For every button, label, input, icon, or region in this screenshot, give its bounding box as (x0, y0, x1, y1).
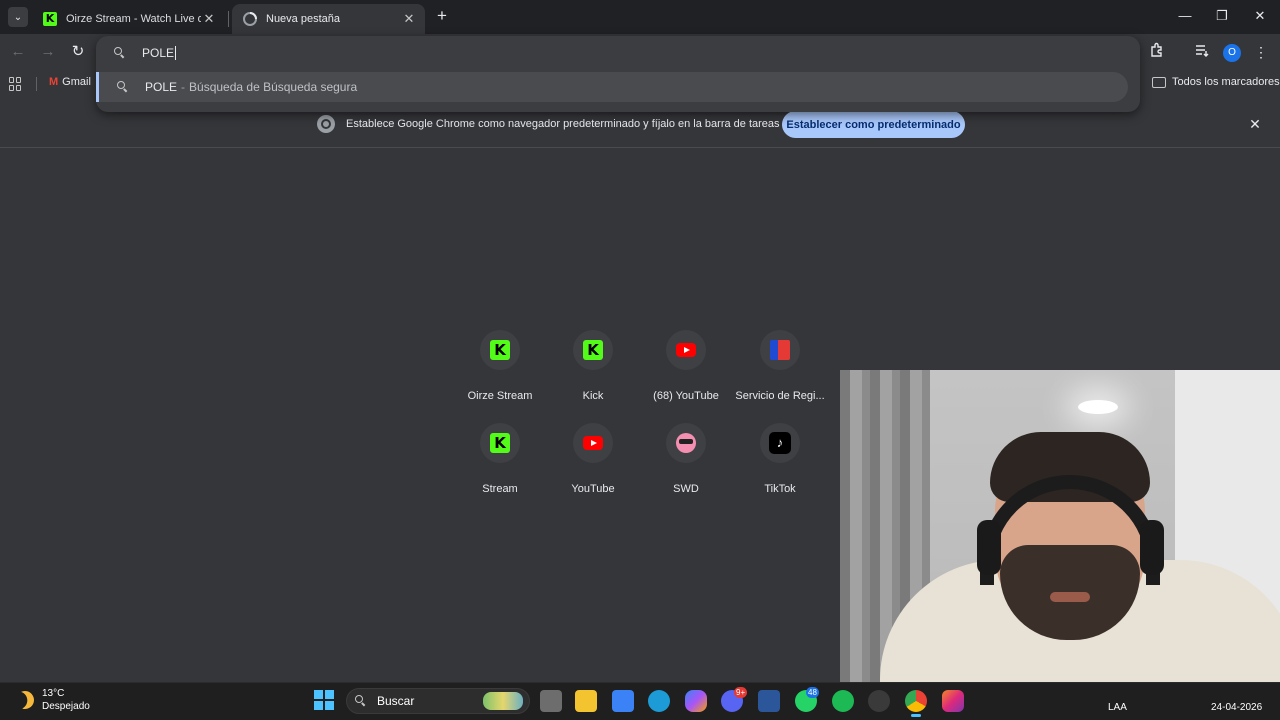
close-tab-icon[interactable]: ✕ (401, 11, 417, 27)
active-app-indicator (911, 714, 921, 717)
search-icon (117, 81, 129, 93)
word-icon[interactable] (758, 690, 780, 712)
weather-condition: Despejado (42, 701, 90, 712)
kick-icon: K (490, 433, 510, 453)
language-indicator[interactable]: LAA (1108, 702, 1127, 713)
shortcut-tile[interactable]: K Oirze Stream (453, 330, 547, 420)
infobar-message: Establece Google Chrome como navegador p… (346, 118, 780, 130)
kick-icon: K (490, 340, 510, 360)
instagram-icon[interactable] (942, 690, 964, 712)
tab-title: Nueva pestaña (266, 13, 340, 25)
back-icon[interactable]: ← (8, 42, 28, 62)
menu-icon[interactable]: ⋮ (1251, 42, 1271, 62)
suggestion-query: POLE (145, 80, 178, 94)
weather-temp: 13°C (42, 688, 65, 699)
discord-badge: 9+ (734, 687, 748, 698)
whatsapp-badge: 48 (806, 687, 819, 698)
shortcut-tile[interactable]: K Stream (453, 423, 547, 513)
shortcut-label: YouTube (571, 483, 615, 495)
all-bookmarks-label: Todos los marcadores (1172, 76, 1280, 88)
store-icon[interactable] (612, 690, 634, 712)
apps-grid-icon[interactable] (9, 77, 23, 91)
shortcut-label: Servicio de Regi... (735, 390, 825, 402)
reload-icon[interactable]: ↻ (68, 42, 88, 62)
search-icon (355, 695, 367, 707)
tab-search-button[interactable]: ⌄ (8, 7, 28, 27)
shortcut-tile[interactable]: Servicio de Regi... (733, 330, 827, 420)
new-tab-button[interactable]: + (432, 7, 452, 26)
taskbar-date[interactable]: 24-04-2026 (1211, 702, 1262, 713)
moon-icon (13, 688, 38, 713)
shortcut-label: Kick (582, 390, 604, 402)
search-icon (114, 47, 126, 59)
chrome-logo-icon (317, 115, 335, 133)
restore-icon[interactable]: ❐ (1212, 6, 1232, 26)
forward-icon[interactable]: → (38, 42, 58, 62)
suggestion-description: Búsqueda de Búsqueda segura (189, 80, 358, 94)
swd-icon (676, 433, 696, 453)
folder-icon (1152, 76, 1166, 88)
shortcut-tile[interactable]: ♪ TikTok (733, 423, 827, 513)
shortcut-tile[interactable]: YouTube (546, 423, 640, 513)
kick-icon: K (42, 11, 58, 27)
close-tab-icon[interactable]: ✕ (201, 11, 217, 27)
webcam-overlay (840, 370, 1280, 702)
chrome-icon[interactable] (905, 690, 927, 712)
close-window-icon[interactable]: ✕ (1250, 6, 1270, 26)
tiktok-icon: ♪ (769, 432, 791, 454)
omnibox-suggestion[interactable]: POLE - Búsqueda de Búsqueda segura (96, 72, 1128, 102)
taskbar-search-label: Buscar (377, 694, 415, 708)
tab-separator (228, 11, 229, 27)
weather-widget[interactable]: 13°C Despejado (16, 687, 90, 713)
task-view-icon[interactable] (540, 690, 562, 712)
shortcut-label: Stream (482, 483, 518, 495)
search-highlight-art (483, 692, 523, 710)
shortcut-tile[interactable]: SWD (639, 423, 733, 513)
minimize-icon[interactable]: — (1175, 6, 1195, 26)
taskbar (0, 682, 1280, 720)
suggestion-separator: - (181, 80, 186, 94)
windows-start-icon[interactable] (314, 690, 334, 710)
chevron-down-icon: ⌄ (13, 11, 23, 23)
reading-list-icon[interactable] (1192, 42, 1212, 62)
shortcut-label: (68) YouTube (653, 390, 719, 402)
omnibox-popup: POLE POLE - Búsqueda de Búsqueda segura (96, 36, 1140, 112)
gmail-icon: M (49, 76, 59, 88)
file-explorer-icon[interactable] (575, 690, 597, 712)
infobar-close-icon[interactable]: ✕ (1246, 115, 1264, 133)
taskbar-search[interactable]: Buscar (346, 688, 530, 714)
spotify-icon[interactable] (832, 690, 854, 712)
bookmark-gmail[interactable]: M Gmail (49, 76, 91, 88)
youtube-icon (583, 436, 603, 450)
shortcut-label: Oirze Stream (467, 390, 533, 402)
tab-title: Oirze Stream - Watch Live on Kick (66, 13, 201, 25)
clock-app-icon[interactable] (868, 690, 890, 712)
chrome-loading-icon (242, 11, 258, 27)
copilot-icon[interactable] (685, 690, 707, 712)
shortcut-tile[interactable]: K Kick (546, 330, 640, 420)
address-bar[interactable]: POLE (96, 36, 1140, 70)
address-input[interactable]: POLE (142, 46, 177, 61)
shortcut-label: SWD (673, 483, 699, 495)
edge-icon[interactable] (648, 690, 670, 712)
registro-civil-icon (770, 340, 790, 360)
extensions-icon[interactable] (1147, 42, 1167, 62)
bookmark-separator (36, 77, 37, 91)
all-bookmarks-button[interactable]: Todos los marcadores (1152, 76, 1280, 88)
set-default-button[interactable]: Establecer como predeterminado (782, 111, 965, 138)
kick-icon: K (583, 340, 603, 360)
youtube-icon (676, 343, 696, 357)
shortcut-tile[interactable]: (68) YouTube (639, 330, 733, 420)
profile-avatar[interactable]: O (1223, 44, 1241, 62)
bookmark-label: Gmail (62, 76, 91, 88)
shortcut-label: TikTok (764, 483, 796, 495)
tab-nueva-pestana[interactable]: Nueva pestaña ✕ (232, 4, 425, 34)
tab-oirze-stream[interactable]: K Oirze Stream - Watch Live on Kick ✕ (32, 4, 225, 34)
